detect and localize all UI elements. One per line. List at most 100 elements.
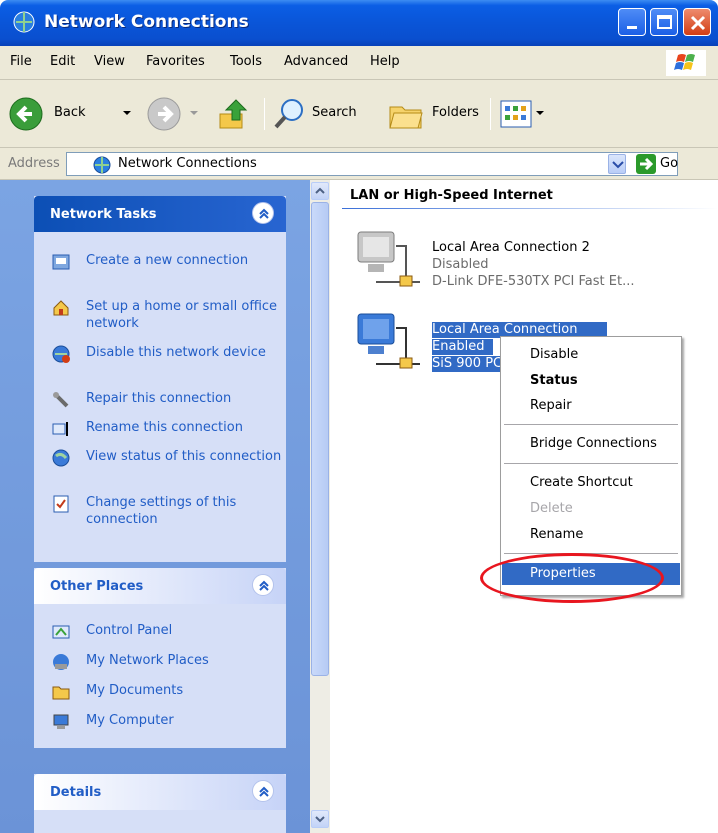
minimize-icon	[627, 26, 637, 29]
task-pane: Network Tasks Create a new connection Se…	[0, 180, 310, 833]
change-settings-icon	[53, 495, 69, 513]
network-connection-enabled-icon	[357, 313, 420, 369]
connection-status: Enabled	[432, 339, 493, 355]
my-network-places-icon	[53, 654, 69, 670]
group-title: LAN or High-Speed Internet	[350, 188, 553, 203]
chevron-up-icon	[315, 187, 325, 194]
menu-file[interactable]: File	[10, 54, 32, 69]
place-my-documents[interactable]: My Documents	[52, 682, 282, 702]
menu-item-bridge-connections[interactable]: Bridge Connections	[502, 433, 680, 455]
window-title: Network Connections	[44, 12, 249, 32]
network-tasks-title: Network Tasks	[50, 207, 157, 222]
menu-tools[interactable]: Tools	[230, 54, 262, 69]
chevron-up-double-icon	[259, 786, 269, 797]
menu-advanced[interactable]: Advanced	[284, 54, 348, 69]
menu-item-delete: Delete	[530, 501, 573, 516]
search-button[interactable]: Search	[270, 94, 380, 134]
go-button[interactable]	[636, 154, 656, 174]
forward-dropdown-icon[interactable]	[190, 111, 198, 115]
scroll-up-button[interactable]	[311, 182, 329, 200]
create-connection-icon	[52, 254, 70, 270]
task-repair-connection[interactable]: Repair this connection	[52, 390, 282, 410]
address-value: Network Connections	[118, 156, 257, 171]
forward-button[interactable]	[146, 94, 202, 134]
annotation-circle	[480, 553, 664, 603]
back-button[interactable]: Back	[6, 94, 156, 134]
connection-status: Disabled	[432, 257, 489, 272]
address-dropdown-button[interactable]	[608, 154, 626, 174]
collapse-button[interactable]	[252, 574, 274, 596]
menu-help[interactable]: Help	[370, 54, 400, 69]
search-icon	[274, 99, 303, 129]
maximize-button[interactable]	[650, 8, 678, 36]
scroll-thumb[interactable]	[311, 202, 329, 676]
folders-icon	[389, 106, 423, 129]
toolbar: Back Search Folders	[0, 80, 718, 148]
collapse-button[interactable]	[252, 780, 274, 802]
menu-view[interactable]: View	[94, 54, 125, 69]
forward-arrow-icon	[147, 97, 181, 131]
disable-network-icon	[52, 345, 70, 363]
menu-favorites[interactable]: Favorites	[146, 54, 205, 69]
repair-wrench-icon	[53, 392, 69, 408]
menu-item-disable[interactable]: Disable	[502, 344, 680, 366]
place-my-computer[interactable]: My Computer	[52, 712, 282, 732]
chevron-down-icon	[315, 816, 325, 823]
up-folder-icon	[219, 99, 248, 129]
network-tasks-header[interactable]: Network Tasks	[34, 196, 286, 232]
other-places-panel: Other Places Control Panel My Network Pl…	[34, 568, 286, 748]
menu-edit[interactable]: Edit	[50, 54, 75, 69]
maximize-icon	[657, 15, 672, 29]
other-places-title: Other Places	[50, 579, 144, 594]
views-dropdown-icon[interactable]	[536, 111, 544, 115]
views-icon	[500, 100, 532, 128]
menu-item-repair[interactable]: Repair	[502, 395, 680, 417]
task-change-settings[interactable]: Change settings of this connection	[52, 494, 282, 530]
place-my-network-places[interactable]: My Network Places	[52, 652, 282, 672]
task-pane-scrollbar[interactable]	[310, 180, 330, 833]
back-label: Back	[54, 105, 86, 120]
other-places-body: Control Panel My Network Places My Docum…	[34, 604, 286, 748]
menu-item-status[interactable]: Status	[502, 370, 680, 392]
task-rename-connection[interactable]: Rename this connection	[52, 419, 282, 439]
network-tasks-body: Create a new connection Set up a home or…	[34, 232, 286, 562]
folders-button[interactable]: Folders	[388, 94, 488, 134]
chevron-down-icon	[612, 161, 624, 169]
up-folder-button[interactable]	[214, 94, 254, 134]
menu-separator	[504, 463, 678, 464]
details-header[interactable]: Details	[34, 774, 286, 810]
network-tasks-panel: Network Tasks Create a new connection Se…	[34, 196, 286, 562]
group-divider	[342, 208, 718, 209]
go-arrow-icon	[640, 157, 654, 171]
search-label: Search	[312, 105, 357, 120]
back-arrow-icon	[9, 97, 43, 131]
menu-item-rename[interactable]: Rename	[502, 524, 680, 546]
close-button[interactable]	[683, 8, 711, 36]
go-label[interactable]: Go	[660, 156, 678, 171]
scroll-down-button[interactable]	[311, 810, 329, 828]
menu-item-create-shortcut[interactable]: Create Shortcut	[502, 472, 680, 494]
rename-icon	[52, 422, 68, 436]
other-places-header[interactable]: Other Places	[34, 568, 286, 604]
windows-logo-icon	[666, 50, 706, 76]
my-computer-icon	[53, 714, 69, 729]
network-connections-icon	[93, 156, 111, 174]
details-panel: Details	[34, 774, 286, 833]
task-view-status[interactable]: View status of this connection	[52, 448, 282, 484]
close-icon	[690, 15, 706, 31]
toolbar-separator	[264, 98, 265, 130]
chevron-up-double-icon	[259, 580, 269, 591]
address-bar: Address Network Connections Go	[0, 148, 718, 180]
back-dropdown-icon[interactable]	[123, 111, 131, 115]
place-control-panel[interactable]: Control Panel	[52, 622, 282, 642]
minimize-button[interactable]	[618, 8, 646, 36]
title-bar[interactable]: Network Connections	[0, 0, 718, 46]
task-disable-device[interactable]: Disable this network device	[52, 344, 282, 380]
collapse-button[interactable]	[252, 202, 274, 224]
task-create-connection[interactable]: Create a new connection	[52, 252, 282, 288]
connection-name: Local Area Connection 2	[432, 240, 590, 255]
task-home-network[interactable]: Set up a home or small office network	[52, 298, 282, 334]
menu-bar: File Edit View Favorites Tools Advanced …	[0, 46, 718, 80]
views-button[interactable]	[498, 94, 554, 134]
menu-separator	[504, 424, 678, 425]
